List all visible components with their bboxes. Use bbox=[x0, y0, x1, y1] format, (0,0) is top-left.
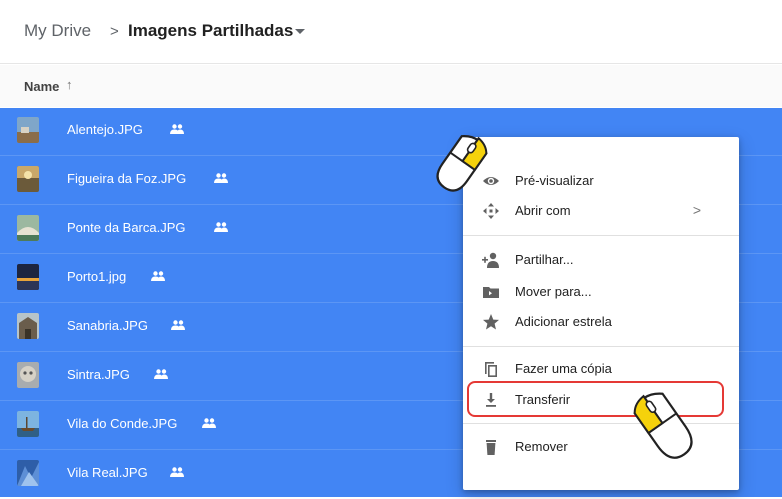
file-name: Figueira da Foz.JPG bbox=[67, 171, 187, 186]
people-icon bbox=[202, 418, 216, 428]
people-icon bbox=[171, 320, 185, 330]
image-thumbnail-icon bbox=[17, 362, 39, 388]
breadcrumb-separator: > bbox=[110, 23, 119, 40]
menu-item-move-to[interactable]: Mover para... bbox=[463, 276, 739, 308]
file-name: Ponte da Barca.JPG bbox=[67, 220, 186, 235]
star-icon bbox=[483, 314, 499, 330]
breadcrumb-current-folder[interactable]: Imagens Partilhadas bbox=[128, 20, 293, 42]
image-thumbnail-icon bbox=[17, 264, 39, 290]
add-person-icon bbox=[482, 252, 499, 268]
breadcrumb-my-drive[interactable]: My Drive bbox=[24, 20, 91, 42]
image-thumbnail-icon bbox=[17, 117, 39, 143]
menu-item-label: Adicionar estrela bbox=[515, 314, 612, 329]
file-name: Vila Real.JPG bbox=[67, 465, 148, 480]
people-icon bbox=[170, 124, 184, 134]
menu-item-label: Mover para... bbox=[515, 284, 592, 299]
menu-divider bbox=[463, 346, 739, 347]
menu-item-share[interactable]: Partilhar... bbox=[463, 244, 739, 276]
people-icon bbox=[151, 271, 165, 281]
column-header: Name ↑ bbox=[0, 65, 782, 107]
mouse-click-illustration-icon bbox=[436, 135, 488, 192]
folder-dropdown-caret-icon[interactable] bbox=[295, 29, 305, 34]
breadcrumb: My Drive > Imagens Partilhadas bbox=[0, 0, 782, 64]
file-name: Sanabria.JPG bbox=[67, 318, 148, 333]
image-thumbnail-icon bbox=[17, 215, 39, 241]
menu-item-label: Pré-visualizar bbox=[515, 173, 594, 188]
people-icon bbox=[214, 173, 228, 183]
menu-item-label: Remover bbox=[515, 439, 568, 454]
move-arrows-icon bbox=[483, 203, 499, 219]
file-name: Porto1.jpg bbox=[67, 269, 127, 284]
sort-ascending-icon[interactable]: ↑ bbox=[66, 77, 73, 92]
submenu-chevron-icon: > bbox=[692, 202, 701, 218]
people-icon bbox=[214, 222, 228, 232]
people-icon bbox=[154, 369, 168, 379]
people-icon bbox=[170, 467, 184, 477]
column-header-name[interactable]: Name bbox=[24, 79, 59, 94]
file-name: Alentejo.JPG bbox=[67, 122, 143, 137]
menu-item-preview[interactable]: Pré-visualizar bbox=[463, 165, 739, 197]
menu-item-label: Abrir com bbox=[515, 203, 571, 218]
folder-move-icon bbox=[483, 287, 499, 298]
image-thumbnail-icon bbox=[17, 166, 39, 192]
mouse-click-illustration-icon bbox=[633, 392, 693, 459]
trash-icon bbox=[486, 440, 496, 455]
file-name: Vila do Conde.JPG bbox=[67, 416, 178, 431]
image-thumbnail-icon bbox=[17, 411, 39, 437]
image-thumbnail-icon bbox=[17, 460, 39, 486]
file-name: Sintra.JPG bbox=[67, 367, 130, 382]
menu-item-label: Fazer uma cópia bbox=[515, 361, 612, 376]
copy-icon bbox=[485, 362, 497, 377]
menu-divider bbox=[463, 235, 739, 236]
image-thumbnail-icon bbox=[17, 313, 39, 339]
menu-item-add-star[interactable]: Adicionar estrela bbox=[463, 306, 739, 338]
menu-item-label: Partilhar... bbox=[515, 252, 574, 267]
menu-item-open-with[interactable]: Abrir com > bbox=[463, 195, 739, 227]
